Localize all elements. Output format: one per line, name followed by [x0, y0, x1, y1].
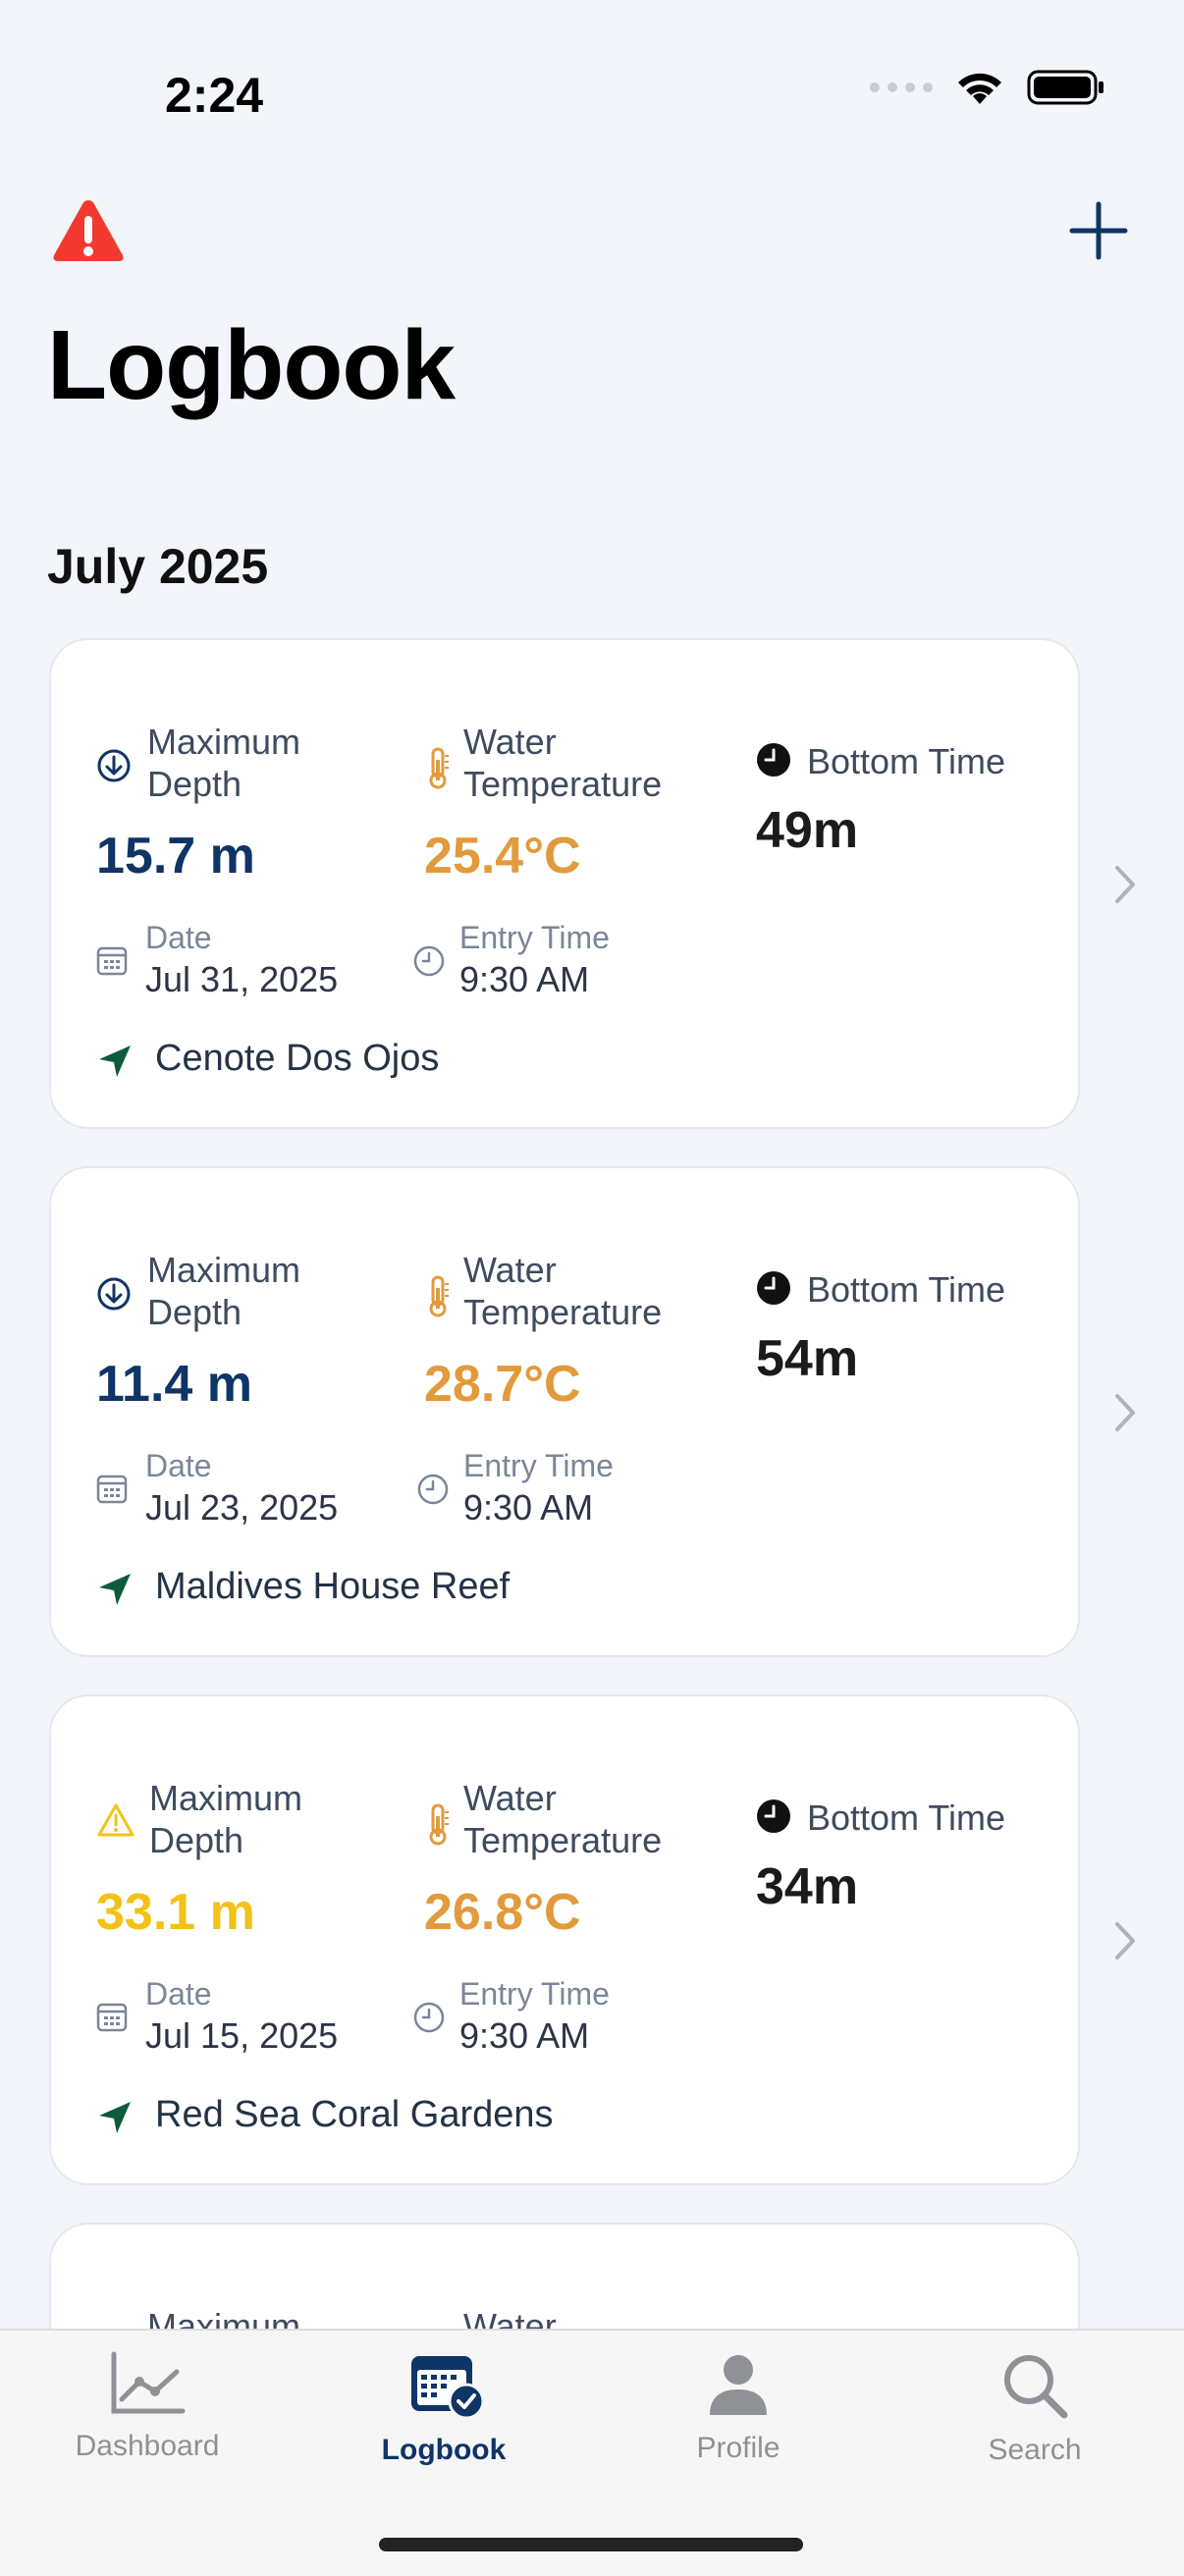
clock-filled-icon [757, 1799, 790, 1833]
bottom-time-label: Bottom Time [807, 741, 1006, 781]
tab-search[interactable]: Search [937, 2350, 1133, 2467]
clock-outline-icon [413, 945, 445, 977]
wifi-icon [958, 73, 1001, 104]
clock-filled-icon [757, 1271, 790, 1305]
date-label: Date [145, 920, 212, 955]
chevron-right-icon[interactable] [1107, 860, 1143, 909]
add-dive-button[interactable] [1064, 196, 1133, 265]
calendar-check-icon [411, 2356, 485, 2420]
max-depth-label-2: Depth [149, 1820, 244, 1860]
search-icon [1004, 2355, 1068, 2419]
dive-location: Cenote Dos Ojos [155, 1038, 440, 1079]
warning-outline-icon [97, 1803, 135, 1837]
max-depth-value: 33.1 m [96, 1884, 255, 1941]
water-temp-value: 28.7°C [424, 1356, 581, 1413]
water-temp-label-2: Temperature [463, 1820, 663, 1860]
max-depth-value: 15.7 m [96, 828, 255, 885]
thermometer-icon [429, 747, 449, 789]
entry-time-label: Entry Time [459, 1976, 610, 2012]
clock-filled-icon [757, 743, 790, 777]
water-temp-label-2: Temperature [463, 764, 663, 804]
entry-time-label: Entry Time [459, 920, 610, 955]
thermometer-icon [429, 1803, 449, 1846]
calendar-icon [96, 946, 128, 976]
location-arrow-icon [99, 1574, 131, 1605]
max-depth-value: 11.4 m [96, 1356, 253, 1413]
date-value: Jul 23, 2025 [145, 1487, 339, 1528]
status-indicators [870, 69, 1105, 106]
dive-location: Red Sea Coral Gardens [155, 2094, 554, 2135]
status-time: 2:24 [165, 68, 264, 123]
clock-outline-icon [413, 2002, 445, 2033]
tab-logbook[interactable]: Logbook [346, 2350, 542, 2467]
bottom-time-value: 49m [756, 802, 859, 859]
warning-triangle-icon[interactable] [51, 196, 126, 265]
water-temp-label-2: Temperature [463, 1292, 663, 1332]
entry-time-value: 9:30 AM [463, 1487, 594, 1528]
max-depth-label-2: Depth [147, 764, 242, 804]
dive-card[interactable]: Maximum Depth 15.7 m Water Temperature 2… [49, 638, 1080, 1129]
chevron-right-icon[interactable] [1107, 1388, 1143, 1437]
water-temp-value: 26.8°C [424, 1884, 581, 1941]
depth-down-icon [97, 1277, 131, 1311]
tab-profile[interactable]: Profile [640, 2350, 836, 2465]
water-temp-value: 25.4°C [424, 828, 581, 885]
dive-location: Maldives House Reef [155, 1566, 511, 1607]
chart-icon [111, 2351, 186, 2414]
page-title: Logbook [47, 310, 456, 420]
tab-label-search: Search [988, 2434, 1082, 2466]
entry-time-label: Entry Time [463, 1448, 614, 1483]
battery-icon [1027, 70, 1103, 105]
calendar-icon [96, 2003, 128, 2032]
chevron-right-icon[interactable] [1107, 1916, 1143, 1965]
bottom-time-label: Bottom Time [807, 1798, 1006, 1838]
person-icon [710, 2355, 767, 2415]
dive-card[interactable]: Maximum Depth 33.1 m Water Temperature 2… [49, 1694, 1080, 2185]
tab-label-profile: Profile [696, 2432, 780, 2464]
date-label: Date [145, 1976, 212, 2012]
water-temp-label-1: Water [463, 1778, 557, 1818]
home-indicator[interactable] [379, 2538, 803, 2551]
signal-dots-icon [870, 82, 933, 92]
tab-dashboard[interactable]: Dashboard [49, 2350, 245, 2463]
thermometer-icon [429, 1275, 449, 1317]
water-temp-label-1: Water [463, 722, 557, 762]
max-depth-label-1: Maximum [147, 1250, 301, 1290]
water-temp-label-1: Water [463, 1250, 557, 1290]
section-title: July 2025 [47, 539, 269, 594]
date-value: Jul 15, 2025 [145, 2015, 339, 2056]
tab-label-dashboard: Dashboard [75, 2430, 220, 2462]
entry-time-value: 9:30 AM [459, 2015, 590, 2056]
max-depth-label-2: Depth [147, 1292, 242, 1332]
bottom-time-value: 34m [756, 1858, 859, 1915]
depth-down-icon [97, 749, 131, 782]
location-arrow-icon [99, 2102, 131, 2133]
max-depth-label-1: Maximum [149, 1778, 303, 1818]
date-label: Date [145, 1448, 212, 1483]
calendar-icon [96, 1475, 128, 1504]
bottom-time-value: 54m [756, 1330, 859, 1387]
clock-outline-icon [417, 1474, 449, 1505]
dive-card[interactable]: Maximum Depth 11.4 m Water Temperature 2… [49, 1166, 1080, 1657]
bottom-time-label: Bottom Time [807, 1269, 1006, 1310]
date-value: Jul 31, 2025 [145, 959, 339, 999]
location-arrow-icon [99, 1046, 131, 1077]
entry-time-value: 9:30 AM [459, 959, 590, 999]
tab-label-logbook: Logbook [381, 2434, 507, 2466]
max-depth-label-1: Maximum [147, 722, 301, 762]
